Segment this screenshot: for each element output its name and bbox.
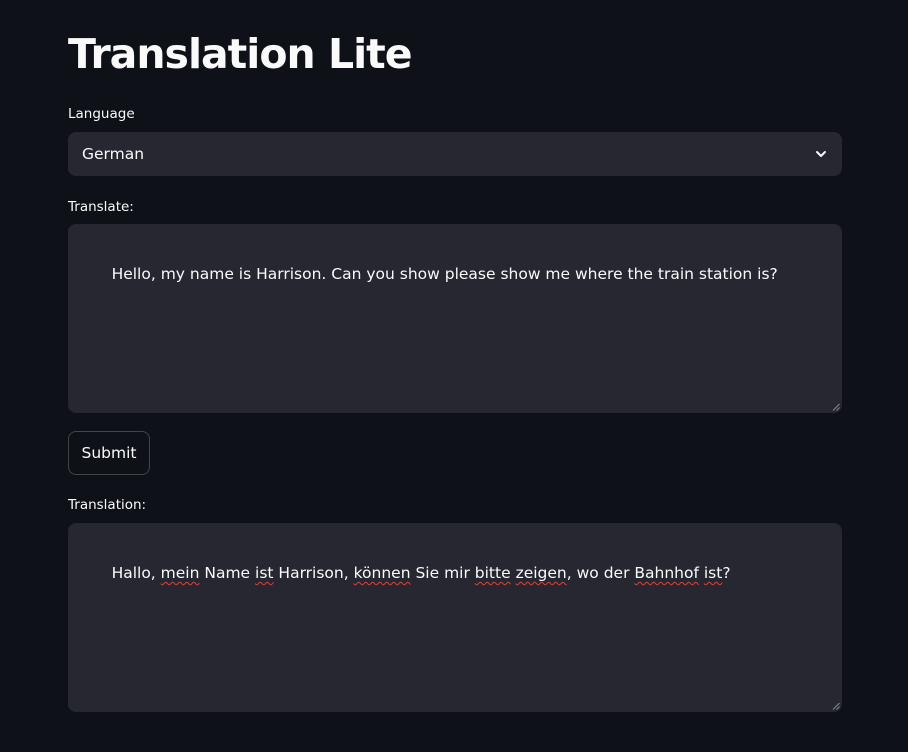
translation-fragment: ?	[722, 564, 731, 582]
translate-label: Translate:	[68, 199, 134, 215]
language-select[interactable]: German	[68, 132, 842, 176]
translation-label: Translation:	[68, 497, 147, 513]
translation-fragment: Sie mir	[410, 564, 475, 582]
spellcheck-word: mein	[160, 564, 200, 582]
translation-fragment: Harrison,	[273, 564, 354, 582]
translation-fragment: , wo der	[566, 564, 635, 582]
translate-text: Hello, my name is Harrison. Can you show…	[111, 265, 778, 283]
translation-textarea[interactable]: Hallo, mein Name ist Harrison, können Si…	[68, 523, 842, 712]
translation-text: Hallo, mein Name ist Harrison, können Si…	[112, 564, 731, 582]
spellcheck-word: ist	[255, 564, 274, 582]
language-select-value: German	[82, 145, 145, 163]
translation-fragment: Name	[199, 564, 256, 582]
app-page: Translation Lite Language German Transla…	[0, 0, 908, 752]
spellcheck-word: zeigen	[515, 564, 567, 582]
translate-textarea[interactable]: Hello, my name is Harrison. Can you show…	[68, 224, 842, 413]
resize-grip-icon[interactable]	[832, 702, 840, 710]
resize-grip-icon[interactable]	[832, 403, 840, 411]
submit-button[interactable]: Submit	[68, 431, 150, 475]
language-label: Language	[68, 106, 135, 122]
spellcheck-word: bitte	[474, 564, 511, 582]
spellcheck-word: Bahnhof	[634, 564, 699, 582]
page-title: Translation Lite	[68, 30, 413, 78]
spellcheck-word: können	[353, 564, 411, 582]
chevron-down-icon[interactable]	[814, 147, 828, 161]
spellcheck-word: ist	[703, 564, 723, 582]
translation-fragment: Hallo,	[111, 564, 161, 582]
